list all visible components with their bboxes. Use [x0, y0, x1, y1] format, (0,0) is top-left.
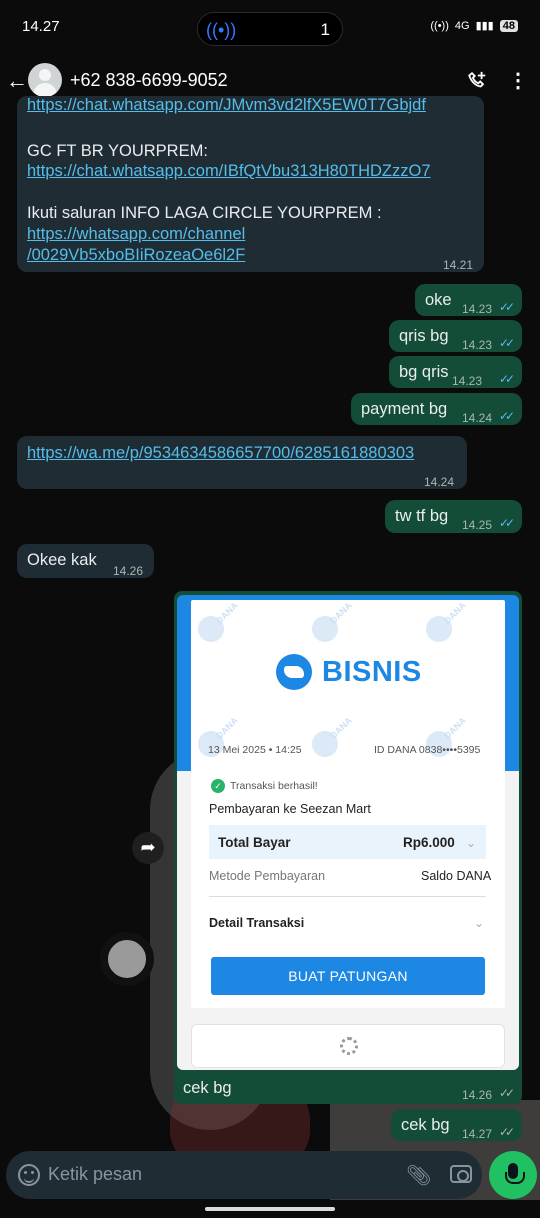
read-receipt-icon: ✓✓: [499, 300, 515, 314]
message-text: cek bg: [401, 1116, 450, 1134]
notification-count: 1: [320, 20, 330, 39]
receipt-brand: BISNIS: [276, 654, 422, 690]
read-receipt-icon: ✓✓: [499, 336, 515, 350]
chevron-down-icon: ⌄: [474, 916, 485, 930]
loading-panel: [191, 1024, 505, 1068]
dana-watermark-icon: DANA: [426, 600, 468, 642]
total-label: Total Bayar: [218, 835, 291, 850]
arrow-left-icon[interactable]: ←: [6, 68, 28, 94]
message-time: 14.23: [452, 374, 483, 388]
receipt-divider: [209, 896, 486, 897]
broadcast-icon: ((•)): [206, 20, 237, 40]
emoji-icon[interactable]: [18, 1164, 40, 1186]
message-link[interactable]: /0029Vb5xboBIiRozeaOe6l2F: [27, 244, 245, 266]
message-link[interactable]: https://wa.me/p/9534634586657700/6285161…: [27, 442, 414, 464]
message-outgoing[interactable]: tw tf bg 14.25 ✓✓: [385, 500, 522, 533]
dana-watermark-icon: DANA: [312, 715, 354, 757]
detail-label: Detail Transaksi: [209, 916, 305, 930]
delivered-receipt-icon: ✓✓: [499, 1086, 515, 1100]
message-outgoing[interactable]: bg qris 14.23 ✓✓: [389, 356, 522, 388]
dana-logo-icon: [276, 654, 312, 690]
message-outgoing[interactable]: oke 14.23 ✓✓: [415, 284, 522, 316]
message-text: tw tf bg: [395, 507, 449, 525]
chevron-down-icon: ⌄: [466, 836, 477, 850]
message-time: 14.25: [462, 518, 493, 532]
read-receipt-icon: ✓✓: [499, 409, 515, 423]
message-incoming[interactable]: https://wa.me/p/9534634586657700/6285161…: [17, 436, 467, 489]
message-time: 14.24: [462, 411, 493, 425]
message-incoming[interactable]: Okee kak 14.26: [17, 544, 154, 578]
merchant-label: Pembayaran ke Seezan Mart: [209, 802, 371, 816]
message-outgoing[interactable]: qris bg 14.23 ✓✓: [389, 320, 522, 352]
contact-name[interactable]: +62 838-6699-9052: [70, 70, 228, 91]
status-icons: ((•)) 4G ▮▮▮ 48: [430, 19, 518, 32]
receipt-date: 13 Mei 2025 • 14:25: [208, 744, 302, 756]
message-time: 14.27: [462, 1127, 493, 1141]
buat-patungan-button: BUAT PATUNGAN: [211, 957, 485, 995]
add-call-icon[interactable]: [466, 70, 488, 92]
message-link[interactable]: https://whatsapp.com/channel: [27, 223, 245, 245]
delivered-receipt-icon: ✓✓: [499, 1125, 515, 1139]
mic-button[interactable]: [489, 1151, 537, 1199]
status-time: 14.27: [22, 18, 60, 35]
success-check-icon: ✓: [211, 779, 225, 793]
more-vertical-icon[interactable]: ⋮: [508, 70, 528, 94]
loading-spinner-icon: [340, 1037, 358, 1055]
message-time: 14.21: [443, 258, 474, 272]
message-time: 14.23: [462, 338, 493, 352]
message-link[interactable]: https://chat.whatsapp.com/JMvm3vd2lfX5EW…: [27, 98, 467, 116]
message-text: Ikuti saluran INFO LAGA CIRCLE YOURPREM …: [27, 204, 382, 222]
hotspot-icon: ((•)): [430, 19, 449, 32]
dana-watermark-icon: DANA: [198, 600, 240, 642]
message-outgoing[interactable]: payment bg 14.24 ✓✓: [351, 393, 522, 425]
dynamic-island[interactable]: ((•)) 1: [197, 12, 343, 46]
avatar[interactable]: [28, 63, 62, 97]
total-value: Rp6.000: [403, 835, 455, 850]
camera-icon[interactable]: [450, 1165, 472, 1183]
message-composer[interactable]: Ketik pesan 📎︎: [6, 1151, 482, 1199]
brand-name: BISNIS: [322, 655, 422, 688]
message-text: payment bg: [361, 400, 448, 418]
image-caption: cek bg: [183, 1079, 232, 1097]
receipt-account-id: ID DANA 0838••••5395: [374, 744, 481, 756]
home-indicator: [205, 1207, 335, 1211]
transaction-status: Transaksi berhasil!: [230, 780, 318, 792]
message-time: 14.24: [424, 475, 455, 489]
message-text: GC FT BR YOURPREM:: [27, 142, 208, 160]
paperclip-icon[interactable]: 📎︎: [406, 1163, 431, 1188]
message-time: 14.26: [462, 1088, 493, 1102]
message-input[interactable]: Ketik pesan: [48, 1164, 142, 1185]
read-receipt-icon: ✓✓: [499, 516, 515, 530]
message-time: 14.23: [462, 302, 493, 316]
method-label: Metode Pembayaran: [209, 869, 326, 883]
forward-icon[interactable]: ➦: [132, 832, 164, 864]
message-time: 14.26: [113, 564, 144, 578]
message-text: oke: [425, 291, 452, 309]
signal-icon: ▮▮▮: [475, 20, 494, 32]
method-value: Saldo DANA: [421, 869, 492, 883]
message-link[interactable]: https://chat.whatsapp.com/IBfQtVbu313H80…: [27, 160, 431, 182]
message-text: Okee kak: [27, 551, 97, 569]
battery-icon: 48: [499, 19, 518, 32]
read-receipt-icon: ✓✓: [499, 372, 515, 386]
wallpaper-ring: [100, 932, 154, 986]
message-text: qris bg: [399, 327, 449, 345]
status-bar: 14.27 ((•)) 1 ((•)) 4G ▮▮▮ 48: [0, 0, 540, 56]
message-text: bg qris: [399, 363, 449, 381]
dana-watermark-icon: DANA: [312, 600, 354, 642]
message-outgoing[interactable]: cek bg 14.27 ✓✓: [391, 1109, 522, 1141]
message-incoming[interactable]: https://chat.whatsapp.com/JMvm3vd2lfX5EW…: [17, 96, 484, 272]
network-label: 4G: [454, 19, 470, 32]
